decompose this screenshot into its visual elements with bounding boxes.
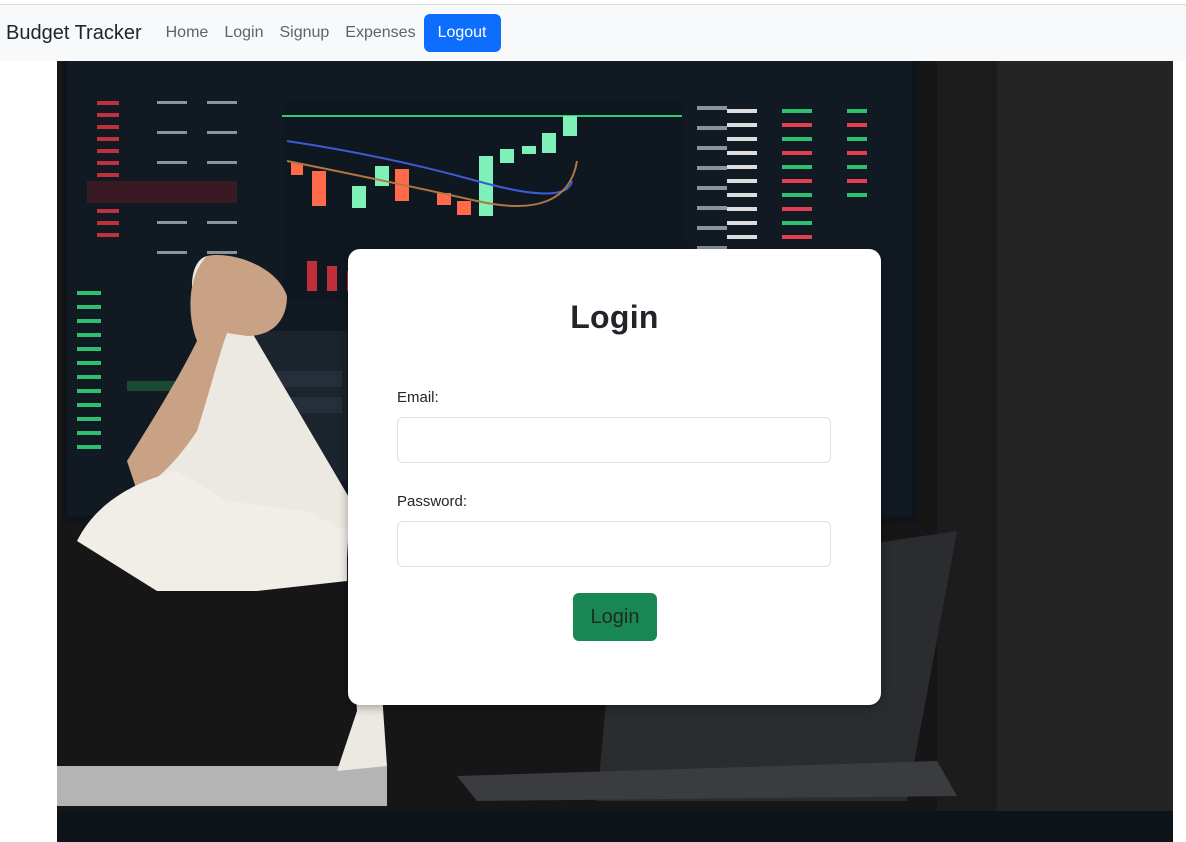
email-label: Email: — [397, 389, 439, 406]
brand-title[interactable]: Budget Tracker — [6, 22, 142, 45]
nav-link-expenses[interactable]: Expenses — [345, 24, 415, 42]
logout-button[interactable]: Logout — [423, 14, 501, 52]
login-title: Login — [570, 299, 659, 335]
navbar: Budget Tracker Home Login Signup Expense… — [0, 5, 1186, 61]
password-field[interactable] — [397, 521, 831, 567]
password-label: Password: — [397, 493, 468, 510]
nav-link-login[interactable]: Login — [224, 24, 263, 42]
nav-link-signup[interactable]: Signup — [279, 24, 329, 42]
login-card: Login Email: Password: Login — [348, 249, 881, 705]
login-submit-button[interactable]: Login — [573, 593, 657, 641]
email-field[interactable] — [397, 417, 831, 463]
nav-link-home[interactable]: Home — [166, 24, 209, 42]
